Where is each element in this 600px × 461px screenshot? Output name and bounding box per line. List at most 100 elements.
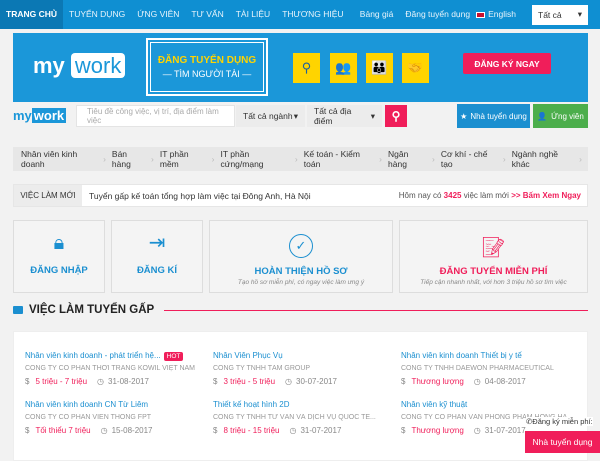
industry-select-value: Tất cả ngành (243, 111, 293, 121)
logo-work: work (31, 108, 67, 123)
chevron-right-icon: › (294, 154, 298, 164)
post-date: 31-08-2017 (108, 377, 149, 386)
news-count-number: 3425 (443, 191, 462, 200)
news-label: VIỆC LÀM MỚI (14, 185, 82, 206)
dollar-icon: $ (213, 426, 218, 435)
job-title-text[interactable]: Nhân viên kỹ thuật (401, 400, 467, 409)
login-card[interactable]: 🔒︎ ĐĂNG NHẬP (13, 220, 105, 293)
search-input[interactable]: Tiêu đề công việc, vị trí, địa điểm làm … (76, 105, 235, 127)
job-title[interactable]: Nhân viên kỹ thuật (401, 400, 581, 409)
nav-tai-lieu[interactable]: TÀI LIỆU (230, 0, 276, 29)
job-item: Nhân viên kinh doanh - phát triển hệ... H… (25, 351, 205, 386)
view-now-link[interactable]: >> Bấm Xem Ngay (511, 191, 581, 200)
job-title-text[interactable]: Thiết kế hoạt hình 2D (213, 400, 290, 409)
job-item: Thiết kế hoạt hình 2D CÔNG TY TNHH TƯ VẤ… (213, 400, 393, 435)
employer-button[interactable]: ★ Nhà tuyển dụng (457, 104, 530, 128)
clock-icon: ◷ (97, 377, 105, 386)
job-title[interactable]: Nhân viên kinh doanh - phát triển hệ... H… (25, 351, 205, 361)
nav-ung-vien[interactable]: ỨNG VIÊN (131, 0, 185, 29)
card-subtitle: Tạo hồ sơ miễn phí, có ngay việc làm ưng… (237, 279, 365, 286)
salary: Thương lượng (411, 377, 464, 386)
category-link[interactable]: Ngành nghề khác (512, 149, 574, 169)
nav-trang-chu[interactable]: TRANG CHỦ (0, 0, 63, 29)
nav-thuong-hieu[interactable]: THƯƠNG HIỆU (276, 0, 349, 29)
banner[interactable]: my work ĐĂNG TUYỂN DỤNG — TÌM NGƯỜI TÀI … (13, 33, 588, 102)
nav-dang-tuyen-dung[interactable]: Đăng tuyển dụng (399, 0, 476, 29)
chevron-right-icon: › (103, 154, 106, 164)
news-prefix: Hôm nay có (398, 191, 442, 200)
dollar-icon: $ (213, 377, 218, 386)
caret-down-icon: ▾ (370, 110, 375, 121)
complete-profile-card[interactable]: ✓ HOÀN THIỆN HỒ SƠ Tạo hồ sơ miễn phí, c… (209, 220, 393, 293)
job-title-text[interactable]: Nhân Viên Phục Vụ (213, 351, 283, 360)
nav-english[interactable]: English (485, 0, 522, 29)
job-title-text[interactable]: Nhân viên kinh doanh CN Từ Liêm (25, 400, 148, 409)
job-item: Nhân viên kinh doanh Thiết bị y tế CÔNG … (401, 351, 581, 386)
company-name[interactable]: CÔNG TY CỔ PHẦN VIỄN THÔNG FPT (25, 414, 205, 421)
uk-flag-icon (476, 11, 486, 18)
check-circle-icon: ✓ (289, 234, 313, 258)
banner-logo: my work (33, 53, 126, 79)
salary: Thương lượng (411, 426, 464, 435)
job-title[interactable]: Nhân viên kinh doanh CN Từ Liêm (25, 400, 205, 409)
news-ticker: VIỆC LÀM MỚI Tuyển gấp kế toán tổng hợp … (13, 184, 588, 207)
nav-tu-van[interactable]: TƯ VẤN (185, 0, 229, 29)
card-title: ĐĂNG TUYỂN MIỄN PHÍ (439, 266, 548, 277)
category-link[interactable]: Kế toán - Kiểm toán (304, 149, 374, 169)
section-title: VIỆC LÀM TUYỂN GẤP (29, 304, 155, 316)
location-select-value: Tất cả địa điểm (314, 106, 352, 126)
location-select[interactable]: Tất cả địa điểm ▾ (307, 105, 382, 127)
post-date: 15-08-2017 (111, 426, 153, 435)
category-link[interactable]: IT phần cứng/mạng (221, 149, 290, 169)
job-title[interactable]: Nhân viên kinh doanh Thiết bị y tế (401, 351, 581, 360)
door-enter-icon: ⇥ (148, 232, 166, 254)
logo-my: my (33, 53, 65, 78)
job-item: Nhân viên kinh doanh CN Từ Liêm CÔNG TY … (25, 400, 205, 435)
category-bar: Nhân viên kinh doanh › Bán hàng › IT phần … (13, 147, 588, 171)
category-link[interactable]: Ngân hàng (388, 149, 427, 169)
card-subtitle: Tiếp cận nhanh nhất, với hơn 3 triệu hồ … (420, 279, 567, 286)
candidate-button[interactable]: 👤 Ứng viên (533, 104, 588, 128)
company-name[interactable]: CÔNG TY CỔ PHẦN THỜI TRANG KOWIL VIỆT NA… (25, 365, 205, 372)
category-link[interactable]: Nhân viên kinh doanh (21, 149, 98, 169)
post-date: 31-07-2017 (300, 426, 342, 435)
floating-employer-button[interactable]: Nhà tuyển dụng (525, 431, 600, 453)
job-title[interactable]: Thiết kế hoạt hình 2D (213, 400, 393, 409)
banner-title: ĐĂNG TUYỂN DỤNG (157, 55, 257, 66)
category-link[interactable]: Cơ khí - chế tạo (441, 149, 498, 169)
company-name[interactable]: CÔNG TY TNHH TƯ VẤN VÀ DỊCH VỤ QUỐC TẾ..… (213, 414, 393, 421)
banner-headline-box: ĐĂNG TUYỂN DỤNG — TÌM NGƯỜI TÀI — (146, 38, 268, 96)
job-title-text[interactable]: Nhân viên kinh doanh Thiết bị y tế (401, 351, 522, 360)
industry-select[interactable]: Tất cả ngành ▾ (236, 105, 305, 127)
clock-icon: ◷ (289, 426, 297, 435)
section-header: VIỆC LÀM TUYỂN GẤP (13, 304, 588, 316)
company-name[interactable]: CÔNG TY TNHH DAEWON PHARMACEUTICAL (401, 365, 581, 372)
caret-down-icon: ▾ (293, 110, 298, 121)
interview-icon: 👥 (330, 53, 357, 83)
news-count: Hôm nay có 3425 việc làm mới >> Bấm Xem … (399, 191, 581, 200)
salary: Tối thiểu 7 triệu (35, 426, 91, 435)
register-card[interactable]: ⇥ ĐĂNG KÍ (111, 220, 203, 293)
category-link[interactable]: Bán hàng (112, 149, 146, 169)
company-name[interactable]: CÔNG TY TNHH TÂM GROUP (213, 365, 393, 372)
news-headline[interactable]: Tuyển gấp kế toán tổng hợp làm việc tại … (89, 191, 311, 201)
search-icon: ⚲ (391, 109, 401, 123)
chevron-right-icon: › (379, 154, 383, 164)
scope-select[interactable]: Tất cả ▾ (532, 4, 588, 25)
chevron-right-icon: › (432, 154, 435, 164)
card-title: HOÀN THIỆN HỒ SƠ (254, 266, 348, 277)
card-title: ĐĂNG NHẬP (30, 265, 88, 276)
nav-tuyen-dung[interactable]: TUYỂN DỤNG (63, 0, 131, 29)
clock-icon: ◷ (473, 377, 481, 386)
category-link[interactable]: IT phần mềm (160, 149, 207, 169)
job-title-text[interactable]: Nhân viên kinh doanh - phát triển hệ... (25, 351, 161, 360)
job-title[interactable]: Nhân Viên Phục Vụ (213, 351, 393, 360)
site-logo[interactable]: my work (13, 108, 67, 123)
caret-down-icon: ▾ (577, 9, 582, 19)
search-button[interactable]: ⚲ (385, 105, 407, 127)
register-now-button[interactable]: ĐĂNG KÝ NGAY (463, 53, 551, 74)
dollar-icon: $ (25, 426, 30, 435)
nav-bang-gia[interactable]: Bảng giá (354, 0, 400, 29)
post-date: 31-07-2017 (484, 426, 526, 435)
free-posting-card[interactable]: 📝︎ ĐĂNG TUYỂN MIỄN PHÍ Tiếp cận nhanh nh… (399, 220, 588, 293)
